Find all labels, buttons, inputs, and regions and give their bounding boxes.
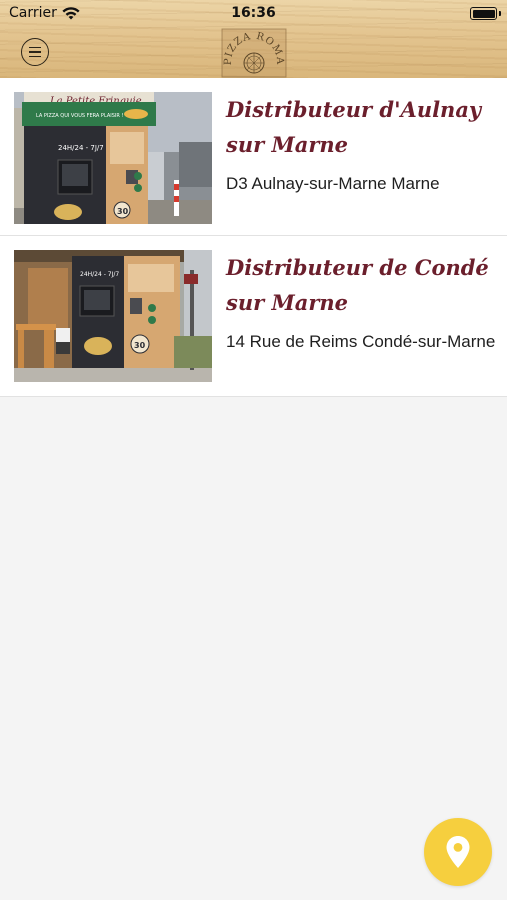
menu-line [29, 46, 41, 49]
menu-line [29, 51, 41, 53]
photo-hours-text: 24H/24 - 7J/7 [80, 271, 119, 278]
clock: 16:36 [231, 5, 276, 21]
photo-banner-text: LA PIZZA QUI VOUS FERA PLAISIR ! [36, 113, 123, 119]
photo-badge-text: 30 [134, 341, 146, 350]
status-bar: Carrier 16:36 [0, 0, 507, 28]
photo-badge-text: 30 [117, 207, 129, 216]
distributor-list: La Petite Frinquie LA PIZZA QUI VOUS FER… [0, 78, 507, 397]
app-logo: PIZZA ROMA [221, 28, 287, 78]
battery-icon [470, 7, 497, 20]
distributor-title: Distributeur de Condé sur Marne [226, 255, 489, 315]
menu-button[interactable] [21, 38, 49, 66]
menu-line [29, 55, 41, 58]
distributor-card[interactable]: La Petite Frinquie LA PIZZA QUI VOUS FER… [0, 78, 507, 236]
battery-tip [499, 11, 501, 16]
distributor-title: Distributeur d'Aulnay sur Marne [226, 97, 482, 157]
distributor-card[interactable]: 24H/24 - 7J/7 30 Distributeur de Condé s… [0, 236, 507, 397]
map-pin-icon [446, 836, 470, 868]
distributor-photo: La Petite Frinquie LA PIZZA QUI VOUS FER… [14, 92, 212, 224]
distributor-address: 14 Rue de Reims Condé-sur-Marne [226, 332, 496, 351]
distributor-photo: 24H/24 - 7J/7 30 [14, 250, 212, 382]
photo-hours-text: 24H/24 - 7J/7 [58, 144, 104, 152]
app-header: Carrier 16:36 PIZZA ROMA [0, 0, 507, 78]
map-button[interactable] [424, 818, 492, 886]
pizza-roma-logo: PIZZA ROMA [221, 28, 287, 78]
distributor-address: D3 Aulnay-sur-Marne Marne [226, 174, 440, 193]
